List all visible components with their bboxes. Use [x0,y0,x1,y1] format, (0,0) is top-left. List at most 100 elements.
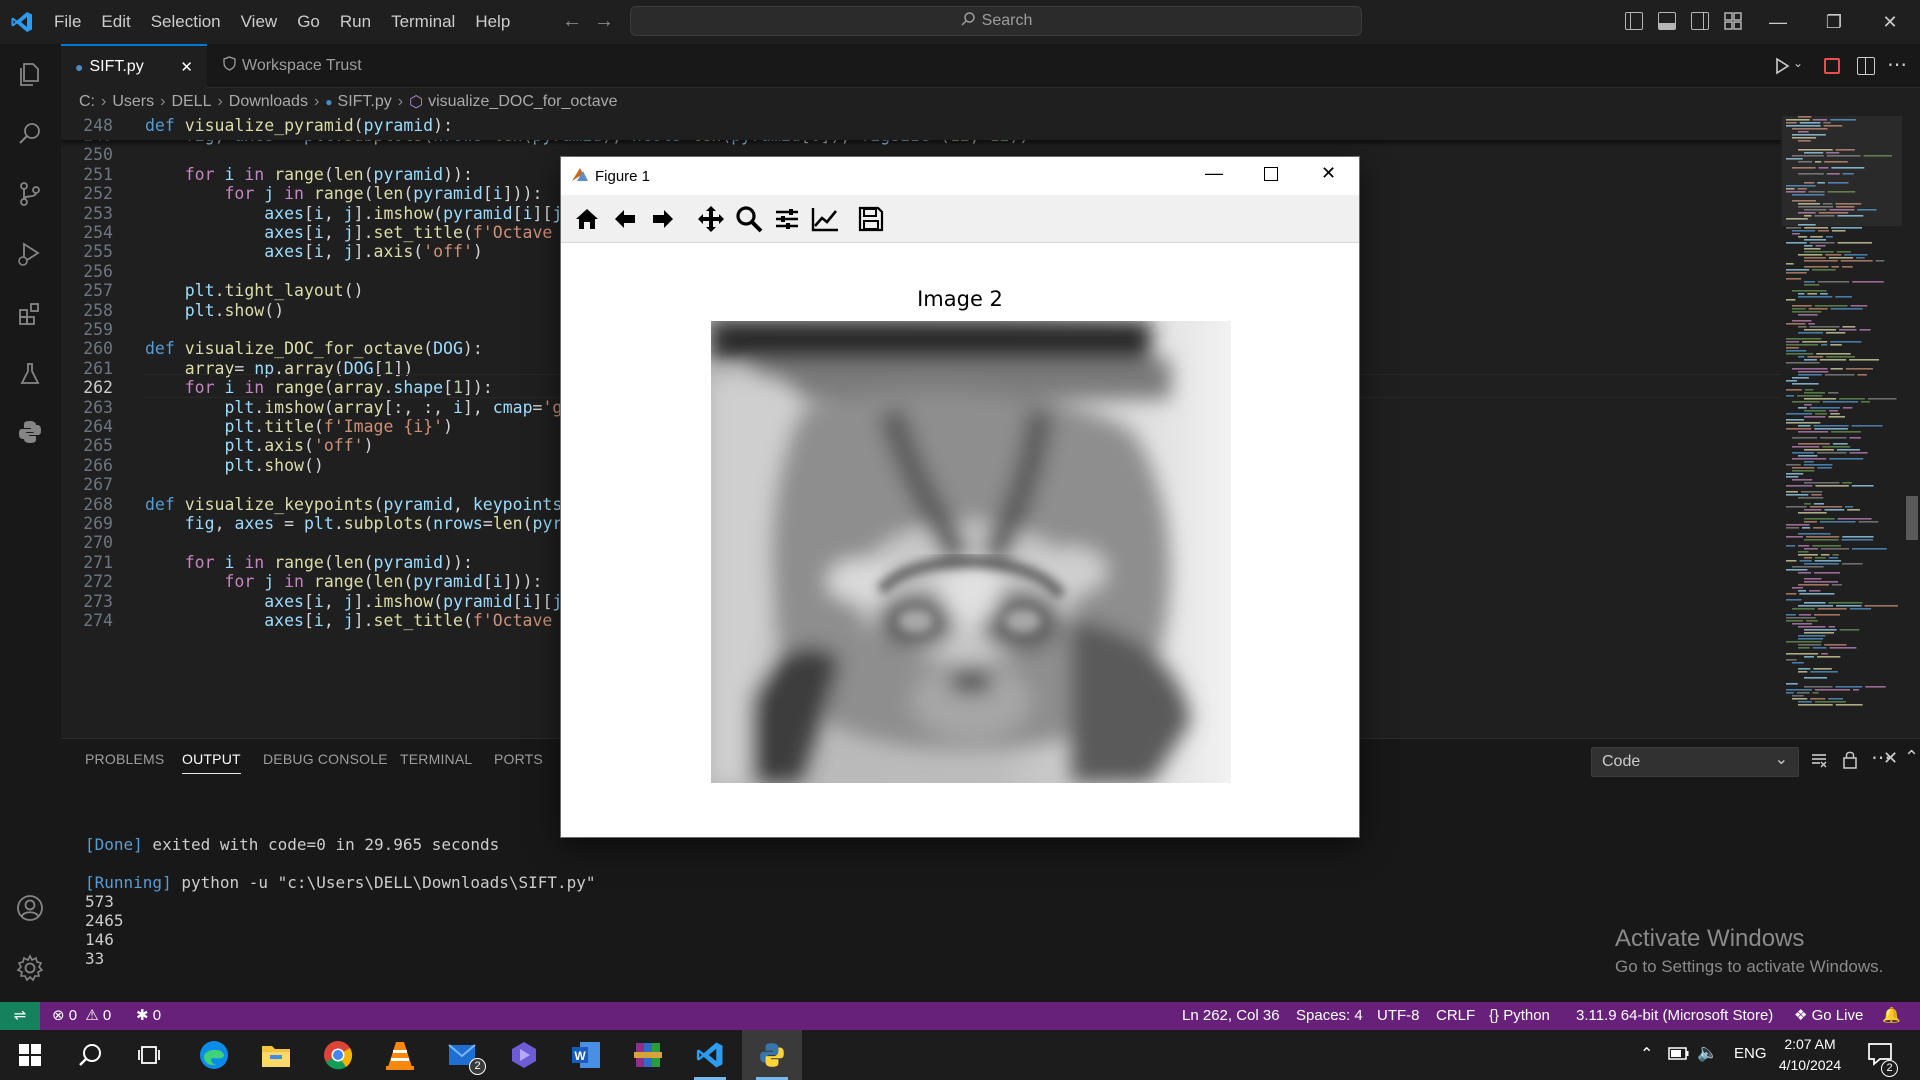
more-actions-icon[interactable]: ⋯ [1887,52,1907,77]
maximize-panel-icon[interactable]: ⌃ [1904,747,1919,768]
run-python-file-icon[interactable] [1771,55,1793,82]
go-live-button[interactable]: ❖ Go Live [1794,1002,1863,1030]
minimap[interactable] [1782,116,1902,738]
zoom-icon[interactable] [733,203,765,235]
lock-scroll-icon[interactable] [1842,750,1858,774]
battery-icon[interactable] [1668,1043,1690,1068]
menu-edit[interactable]: Edit [91,0,140,44]
panel-tab-ports[interactable]: PORTS [494,751,543,767]
split-editor-icon[interactable] [1857,57,1875,75]
menu-view[interactable]: View [231,0,288,44]
toggle-primary-sidebar-icon[interactable] [1625,12,1643,30]
matplotlib-figure-window[interactable]: Figure 1 — ✕ Image 2 [560,156,1360,838]
volume-icon[interactable]: 🔈 [1697,1043,1718,1063]
sticky-scroll-line[interactable]: 248 def visualize_pyramid(pyramid): [61,116,1781,140]
edge-browser-icon[interactable] [196,1037,232,1073]
cursor-position[interactable]: Ln 262, Col 36 [1182,1002,1280,1030]
back-arrow-icon[interactable]: ← [556,10,588,33]
forwarded-ports[interactable]: ✱ 0 [136,1002,161,1030]
tab-workspace-trust[interactable]: Workspace Trust [209,44,379,88]
home-icon[interactable] [571,203,603,235]
mail-app-icon[interactable]: 2 [446,1037,486,1075]
panel-tab-problems[interactable]: PROBLEMS [85,751,164,767]
figure-close-icon[interactable]: ✕ [1321,163,1336,184]
power-automate-icon[interactable] [506,1037,542,1073]
vscode-taskbar-icon[interactable] [692,1037,728,1073]
windows-start-icon[interactable] [12,1037,48,1073]
forward-icon[interactable] [647,203,679,235]
show-hidden-icons-chevron-icon[interactable]: ⌃ [1640,1044,1653,1064]
restore-window-icon[interactable]: ❐ [1806,0,1862,44]
extensions-icon[interactable] [12,296,48,332]
breadcrumb-item[interactable]: C: [79,93,95,111]
command-search-box[interactable]: Search [630,6,1362,36]
taskbar-search-icon[interactable] [72,1037,108,1073]
language-mode[interactable]: {} Python [1489,1002,1550,1030]
run-and-debug-icon[interactable] [12,236,48,272]
tab-label: Workspace Trust [242,57,362,74]
explorer-icon[interactable] [12,56,48,92]
menu-selection[interactable]: Selection [141,0,231,44]
stop-code-run-icon[interactable] [1824,58,1840,74]
figure-minimize-icon[interactable]: — [1205,163,1223,184]
breadcrumb-item[interactable]: Users [112,93,154,111]
panel-tab-terminal[interactable]: TERMINAL [400,751,472,767]
close-tab-icon[interactable]: ✕ [180,58,193,76]
notification-center-icon[interactable]: 2 [1866,1040,1898,1077]
figure-title-bar[interactable]: Figure 1 — ✕ [561,157,1359,195]
task-view-icon[interactable] [132,1037,168,1073]
configure-subplots-icon[interactable] [771,203,803,235]
figure-maximize-icon[interactable] [1264,167,1278,181]
customize-layout-icon[interactable] [1724,12,1742,30]
remote-indicator-icon[interactable]: ⇌ [0,1002,40,1030]
run-dropdown-chevron-icon[interactable]: ⌄ [1793,56,1803,70]
search-sidebar-icon[interactable] [12,116,48,152]
menu-terminal[interactable]: Terminal [381,0,465,44]
menu-file[interactable]: File [44,0,91,44]
breadcrumb-item[interactable]: DELL [171,93,211,111]
problems-counter[interactable]: ⊗ 0 ⚠ 0 [52,1002,111,1030]
clear-output-icon[interactable] [1810,751,1828,774]
braces-icon: {} [1489,1007,1500,1024]
system-clock[interactable]: 2:07 AM 4/10/2024 [1760,1034,1860,1076]
word-app-icon[interactable]: W [568,1037,604,1073]
menu-go[interactable]: Go [287,0,330,44]
breadcrumb-item[interactable]: SIFT.py [338,93,392,111]
breadcrumb-item[interactable]: visualize_DOC_for_octave [428,93,617,111]
source-control-icon[interactable] [12,176,48,212]
end-of-line[interactable]: CRLF [1436,1002,1475,1030]
settings-gear-icon[interactable] [12,950,48,986]
panel-tab-debug-console[interactable]: DEBUG CONSOLE [263,751,388,767]
indentation[interactable]: Spaces: 4 [1296,1002,1363,1030]
output-channel-select[interactable]: Code ⌄ [1591,747,1799,777]
vertical-scrollbar[interactable] [1902,116,1920,738]
minimize-window-icon[interactable]: — [1750,0,1806,44]
toggle-panel-icon[interactable] [1658,12,1676,30]
winrar-icon[interactable] [630,1037,666,1073]
menu-run[interactable]: Run [330,0,381,44]
back-icon[interactable] [609,203,641,235]
close-panel-icon[interactable]: ✕ [1883,748,1898,769]
save-icon[interactable] [855,203,887,235]
close-window-icon[interactable]: ✕ [1862,0,1918,44]
breadcrumb-item[interactable]: Downloads [229,93,308,111]
python-taskbar-icon[interactable] [754,1037,790,1073]
notifications-bell-icon[interactable]: 🔔 [1882,1002,1901,1030]
vlc-player-icon[interactable] [382,1037,418,1073]
panel-tab-output[interactable]: OUTPUT [182,751,241,774]
testing-flask-icon[interactable] [12,356,48,392]
encoding[interactable]: UTF-8 [1377,1002,1420,1030]
python-interpreter[interactable]: 3.11.9 64-bit (Microsoft Store) [1576,1002,1773,1030]
python-icon[interactable] [12,414,48,450]
forward-arrow-icon[interactable]: → [588,10,620,33]
edit-axis-icon[interactable] [809,203,841,235]
clock-date: 4/10/2024 [1778,1057,1842,1073]
tab-sift-py[interactable]: ● SIFT.py ✕ [61,44,207,88]
file-explorer-icon[interactable] [258,1037,294,1073]
toggle-secondary-sidebar-icon[interactable] [1691,12,1709,30]
menu-help[interactable]: Help [465,0,520,44]
chrome-browser-icon[interactable] [320,1037,356,1073]
accounts-icon[interactable] [12,890,48,926]
figure-canvas[interactable]: Image 2 [561,243,1359,837]
pan-icon[interactable] [695,203,727,235]
